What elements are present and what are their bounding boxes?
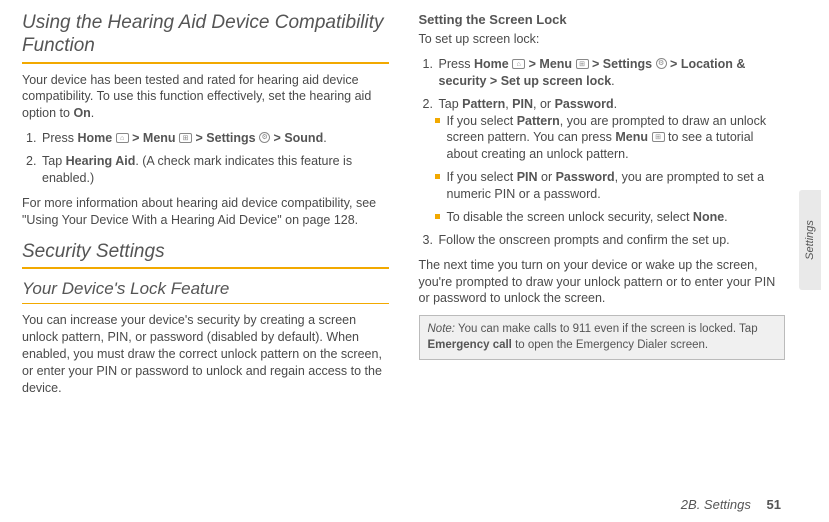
- step-1: 1. Press Home ⌂ > Menu ⊞ > Settings ⚙ > …: [22, 130, 389, 147]
- text: or: [538, 170, 556, 184]
- text: , or: [533, 97, 555, 111]
- settings-icon: ⚙: [656, 58, 667, 69]
- rule-thin: [22, 303, 389, 304]
- settings-icon: ⚙: [259, 132, 270, 143]
- home-label: Home: [77, 131, 112, 145]
- gt: >: [192, 131, 206, 145]
- step-1: 1. Press Home ⌂ > Menu ⊞ > Settings ⚙ > …: [419, 56, 786, 90]
- text: .: [611, 74, 614, 88]
- text: To disable the screen unlock security, s…: [447, 210, 693, 224]
- gt: >: [486, 74, 500, 88]
- menu-label: Menu: [539, 57, 572, 71]
- password-label: Password: [555, 97, 614, 111]
- gt: >: [525, 57, 539, 71]
- text: If you select: [447, 114, 517, 128]
- step-number: 2.: [423, 96, 433, 113]
- note-label: Note:: [428, 323, 456, 335]
- step-number: 3.: [423, 232, 433, 249]
- left-column: Using the Hearing Aid Device Compatibili…: [22, 12, 389, 405]
- right-column: Setting the Screen Lock To set up screen…: [419, 12, 786, 405]
- text: Press: [439, 57, 474, 71]
- settings-label: Settings: [206, 131, 255, 145]
- step-number: 1.: [26, 130, 36, 147]
- pattern-label: Pattern: [517, 114, 560, 128]
- settings-label: Settings: [603, 57, 652, 71]
- gt: >: [589, 57, 603, 71]
- note-box: Note: You can make calls to 911 even if …: [419, 315, 786, 360]
- hearing-aid-steps: 1. Press Home ⌂ > Menu ⊞ > Settings ⚙ > …: [22, 130, 389, 187]
- menu-label: Menu: [143, 131, 176, 145]
- rule: [22, 62, 389, 64]
- text: Press: [42, 131, 77, 145]
- screen-lock-heading: Setting the Screen Lock: [419, 12, 786, 27]
- hearing-aid-heading: Using the Hearing Aid Device Compatibili…: [22, 12, 389, 58]
- setup-screen-lock-label: Set up screen lock: [501, 74, 611, 88]
- on-keyword: On: [73, 106, 90, 120]
- text: Tap: [439, 97, 463, 111]
- chapter-label: 2B. Settings: [681, 497, 751, 512]
- text: Follow the onscreen prompts and confirm …: [439, 233, 730, 247]
- home-label: Home: [474, 57, 509, 71]
- step-3: 3. Follow the onscreen prompts and confi…: [419, 232, 786, 249]
- pin-label: PIN: [512, 97, 533, 111]
- side-tab-label: Settings: [804, 220, 816, 260]
- pin-label: PIN: [517, 170, 538, 184]
- home-icon: ⌂: [116, 133, 129, 143]
- bullet-none: To disable the screen unlock security, s…: [435, 209, 786, 226]
- security-settings-heading: Security Settings: [22, 241, 389, 264]
- screen-lock-intro: To set up screen lock:: [419, 31, 786, 48]
- pattern-label: Pattern: [462, 97, 505, 111]
- step-2: 2. Tap Pattern, PIN, or Password. If you…: [419, 96, 786, 226]
- rule: [22, 267, 389, 269]
- hearing-aid-intro: Your device has been tested and rated fo…: [22, 72, 389, 123]
- gt: >: [129, 131, 143, 145]
- text: .: [724, 210, 727, 224]
- menu-icon: ⊞: [179, 133, 192, 143]
- step-2-bullets: If you select Pattern, you are prompted …: [435, 113, 786, 226]
- text: .: [323, 131, 326, 145]
- home-icon: ⌂: [512, 59, 525, 69]
- hearing-aid-label: Hearing Aid: [66, 154, 136, 168]
- screen-lock-next-time: The next time you turn on your device or…: [419, 257, 786, 308]
- step-2: 2. Tap Hearing Aid. (A check mark indica…: [22, 153, 389, 187]
- menu-icon: ⊞: [576, 59, 589, 69]
- lock-feature-heading: Your Device's Lock Feature: [22, 279, 389, 299]
- screen-lock-steps: 1. Press Home ⌂ > Menu ⊞ > Settings ⚙ > …: [419, 56, 786, 249]
- gt: >: [270, 131, 284, 145]
- lock-feature-body: You can increase your device's security …: [22, 312, 389, 396]
- step-number: 2.: [26, 153, 36, 170]
- text: .: [614, 97, 617, 111]
- gt: >: [667, 57, 681, 71]
- bullet-pattern: If you select Pattern, you are prompted …: [435, 113, 786, 164]
- page-footer: 2B. Settings 51: [681, 497, 781, 512]
- hearing-aid-more-info: For more information about hearing aid d…: [22, 195, 389, 229]
- text: Tap: [42, 154, 66, 168]
- none-label: None: [693, 210, 724, 224]
- side-tab: Settings: [799, 190, 821, 290]
- page-columns: Using the Hearing Aid Device Compatibili…: [22, 12, 785, 405]
- text: to open the Emergency Dialer screen.: [512, 339, 708, 351]
- bullet-pin-password: If you select PIN or Password, you are p…: [435, 169, 786, 203]
- text: If you select: [447, 170, 517, 184]
- sound-label: Sound: [284, 131, 323, 145]
- text: .: [91, 106, 94, 120]
- text: You can make calls to 911 even if the sc…: [455, 323, 758, 335]
- menu-label: Menu: [615, 130, 648, 144]
- page-number: 51: [767, 497, 781, 512]
- menu-icon: ⊞: [652, 132, 665, 142]
- step-number: 1.: [423, 56, 433, 73]
- password-label: Password: [556, 170, 615, 184]
- emergency-call-label: Emergency call: [428, 339, 512, 351]
